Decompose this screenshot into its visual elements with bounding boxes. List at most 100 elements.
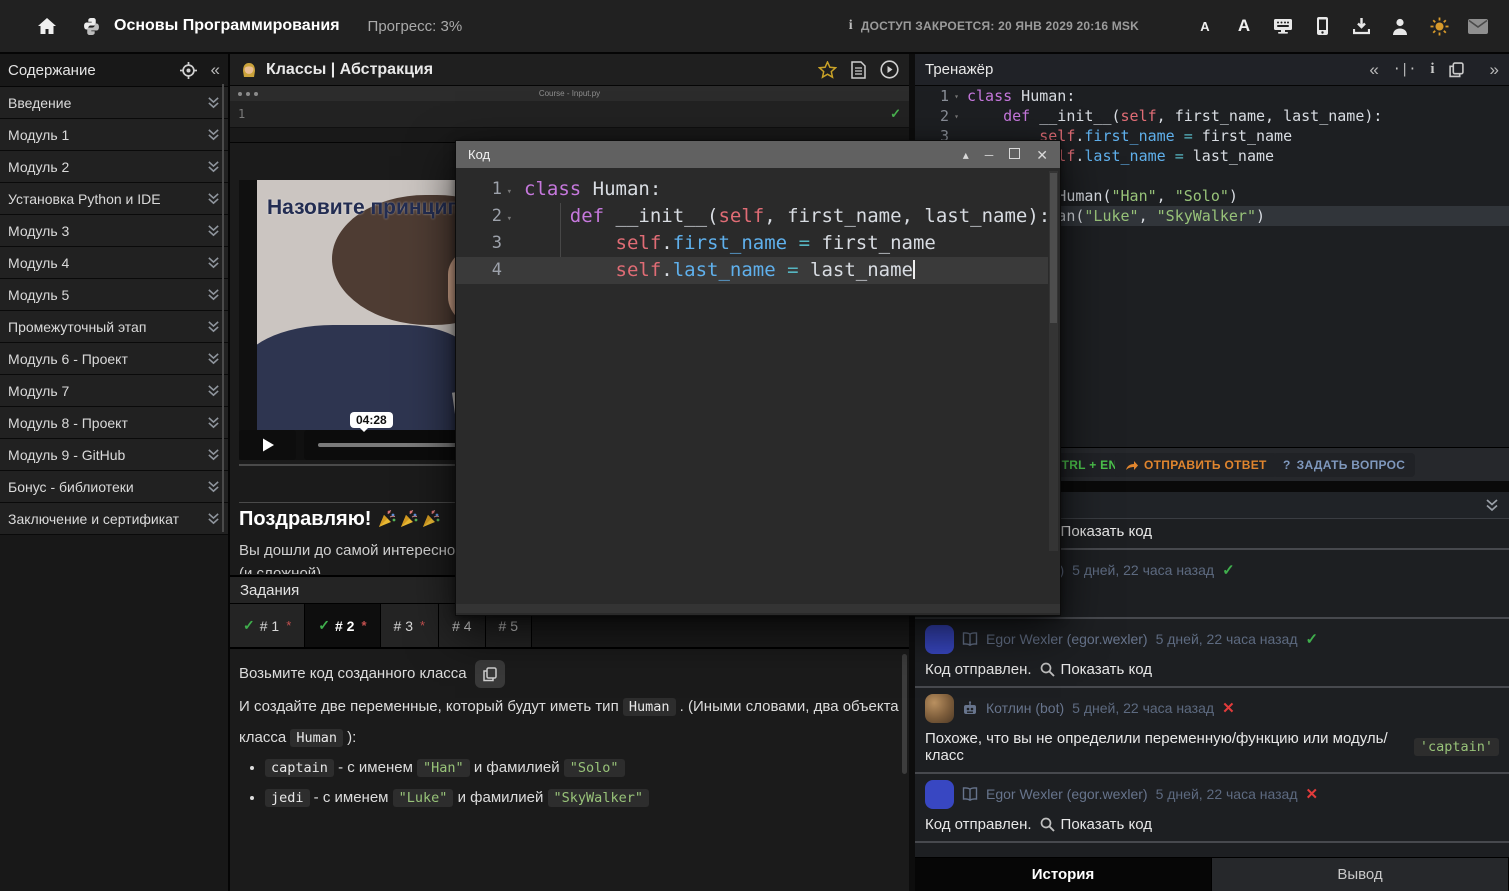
code-line[interactable]: 1▾class Human: xyxy=(915,86,1509,106)
play-circle-icon[interactable] xyxy=(880,60,899,79)
status-check-icon: ✓ xyxy=(1306,630,1319,648)
window-titlebar[interactable]: Код ▴ ─ ✕ xyxy=(456,141,1060,168)
sidebar-scrollbar[interactable] xyxy=(222,84,224,532)
code-line[interactable]: 4 self.last_name = last_name xyxy=(456,257,1048,284)
message-body: Код отправлен. Показать код xyxy=(915,812,1509,841)
code-line[interactable]: 3 self.first_name = first_name xyxy=(456,230,1048,257)
document-icon[interactable] xyxy=(851,61,866,79)
target-icon[interactable] xyxy=(180,62,197,79)
message-author[interactable]: Egor Wexler (egor.wexler) xyxy=(986,786,1148,802)
history-tabs: ИсторияВывод xyxy=(915,857,1509,891)
task-line-3: класса Human ): xyxy=(239,726,899,750)
cursor-icon[interactable]: ·|· xyxy=(1393,62,1416,77)
display-icon[interactable] xyxy=(1270,13,1296,39)
sidebar-item[interactable]: Модуль 8 - Проект xyxy=(0,407,228,439)
minimize-icon[interactable]: ─ xyxy=(985,149,994,161)
fold-marker[interactable]: ▾ xyxy=(507,206,512,233)
message-text: Код отправлен. xyxy=(925,816,1032,833)
message-time: 5 дней, 22 часа назад xyxy=(1156,786,1298,802)
ask-question-button[interactable]: ? ЗАДАТЬ ВОПРОС xyxy=(1273,453,1415,477)
user-icon[interactable] xyxy=(1387,13,1413,39)
line-number: 4 xyxy=(456,257,506,284)
star-icon[interactable] xyxy=(818,61,837,79)
info-icon[interactable]: i xyxy=(1430,61,1434,78)
sidebar-item[interactable]: Установка Python и IDE xyxy=(0,183,228,215)
book-icon xyxy=(962,787,978,801)
history-tab-inactive[interactable]: Вывод xyxy=(1212,858,1509,891)
fold-marker[interactable]: ▾ xyxy=(954,107,959,127)
line-number: 2▾ xyxy=(456,203,506,230)
sidebar-item[interactable]: Модуль 3 xyxy=(0,215,228,247)
sidebar-item[interactable]: Модуль 2 xyxy=(0,151,228,183)
code-floating-window[interactable]: Код ▴ ─ ✕ 1▾class Human:2▾ def __init__(… xyxy=(455,140,1061,616)
video-play-button[interactable] xyxy=(239,430,296,460)
magnifier-icon xyxy=(1040,817,1055,832)
show-code-link[interactable]: Показать код xyxy=(1040,816,1152,833)
window-horizontal-scrollbar[interactable] xyxy=(456,604,1060,613)
chevron-double-down-icon xyxy=(207,352,220,365)
collapse-right-icon[interactable]: » xyxy=(1490,60,1499,80)
line-number: 1▾ xyxy=(915,86,953,106)
collapse-left-icon[interactable]: « xyxy=(1369,60,1378,80)
font-smaller-icon[interactable]: A xyxy=(1192,13,1218,39)
inline-code-string: "SkyWalker" xyxy=(548,789,649,807)
task-text: класса xyxy=(239,729,290,746)
message-author[interactable]: Котлин (bot) xyxy=(986,700,1064,716)
book-icon xyxy=(962,632,978,646)
window-vertical-scrollbar[interactable] xyxy=(1049,171,1058,551)
sidebar-item[interactable]: Введение xyxy=(0,87,228,119)
task-tab[interactable]: # 3* xyxy=(381,604,440,647)
close-icon[interactable]: ✕ xyxy=(1036,148,1048,162)
sidebar-item-label: Бонус - библиотеки xyxy=(8,479,207,495)
course-title: Основы Программирования xyxy=(114,17,340,35)
mail-icon[interactable] xyxy=(1465,13,1491,39)
task-tab[interactable]: ✓# 2* xyxy=(305,604,380,647)
code-line[interactable]: 2▾ def __init__(self, first_name, last_n… xyxy=(915,106,1509,126)
task-text: ): xyxy=(343,729,356,746)
download-icon[interactable] xyxy=(1348,13,1374,39)
sidebar-item[interactable]: Модуль 5 xyxy=(0,279,228,311)
sidebar-item-label: Модуль 3 xyxy=(8,223,207,239)
sidebar-item[interactable]: Модуль 6 - Проект xyxy=(0,343,228,375)
chevron-double-down-icon[interactable] xyxy=(1485,498,1499,512)
solved-code-editor[interactable]: Course - Input.py 1 ✓ xyxy=(230,86,909,143)
copy-code-button[interactable] xyxy=(475,660,505,688)
sidebar-item[interactable]: Модуль 4 xyxy=(0,247,228,279)
fold-marker[interactable]: ▾ xyxy=(507,179,512,206)
sidebar-item[interactable]: Бонус - библиотеки xyxy=(0,471,228,503)
code-line[interactable]: 1▾class Human: xyxy=(456,176,1048,203)
sidebar-item-label: Модуль 8 - Проект xyxy=(8,415,207,431)
task-line-2: И создайте две переменные, который будут… xyxy=(239,695,899,719)
home-icon[interactable] xyxy=(34,13,60,39)
message-author[interactable]: Egor Wexler (egor.wexler) xyxy=(986,631,1148,647)
mobile-icon[interactable] xyxy=(1309,13,1335,39)
lesson-scrollbar[interactable] xyxy=(902,654,907,774)
access-notice: i ДОСТУП ЗАКРОЕТСЯ: 20 ЯНВ 2029 20:16 MS… xyxy=(849,18,1139,34)
chevron-double-down-icon xyxy=(207,192,220,205)
sidebar-item[interactable]: Промежуточный этап xyxy=(0,311,228,343)
font-bigger-icon[interactable]: A xyxy=(1231,13,1257,39)
code-line[interactable]: 2▾ def __init__(self, first_name, last_n… xyxy=(456,203,1048,230)
submit-answer-button[interactable]: ОТПРАВИТЬ ОТВЕТ xyxy=(1115,453,1277,477)
copy-icon[interactable] xyxy=(1449,62,1464,78)
chevron-double-down-icon xyxy=(207,256,220,269)
required-star-icon: * xyxy=(286,618,291,633)
sidebar-item[interactable]: Модуль 7 xyxy=(0,375,228,407)
chevron-double-down-icon xyxy=(207,224,220,237)
solved-check-icon: ✓ xyxy=(890,106,901,122)
task-tab[interactable]: ✓# 1* xyxy=(230,604,305,647)
collapse-left-icon[interactable]: « xyxy=(211,60,220,80)
history-tab-active[interactable]: История xyxy=(915,858,1212,891)
sidebar-item[interactable]: Модуль 1 xyxy=(0,119,228,151)
sidebar-item[interactable]: Заключение и сертификат xyxy=(0,503,228,535)
sidebar-item[interactable]: Модуль 9 - GitHub xyxy=(0,439,228,471)
window-code-editor[interactable]: 1▾class Human:2▾ def __init__(self, firs… xyxy=(456,176,1048,284)
task-done-check-icon: ✓ xyxy=(243,617,255,634)
maximize-icon[interactable] xyxy=(1009,148,1020,161)
show-code-link[interactable]: Показать код xyxy=(1040,661,1152,678)
theme-sun-icon[interactable] xyxy=(1426,13,1452,39)
task-text: И создайте две переменные, который будут… xyxy=(239,698,623,715)
sidebar-item-list: ВведениеМодуль 1Модуль 2Установка Python… xyxy=(0,87,228,535)
shade-icon[interactable]: ▴ xyxy=(963,149,969,161)
fold-marker[interactable]: ▾ xyxy=(954,87,959,107)
